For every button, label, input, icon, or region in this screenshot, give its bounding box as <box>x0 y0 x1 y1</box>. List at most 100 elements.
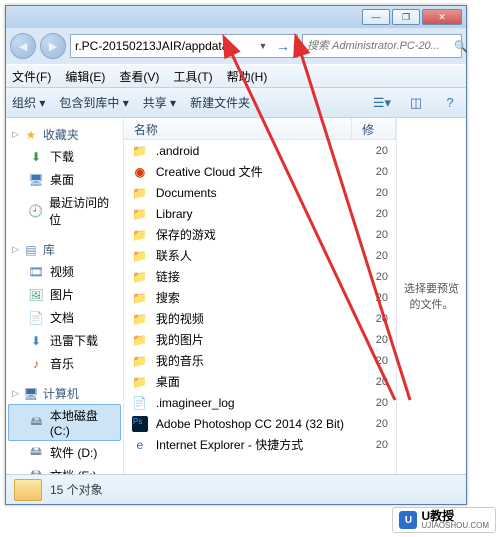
table-row[interactable]: Adobe Photoshop CC 2014 (32 Bit) 20 <box>124 413 396 434</box>
table-row[interactable]: 📁.android20 <box>124 140 396 161</box>
status-count: 15 个对象 <box>50 481 103 498</box>
search-icon: 🔍 <box>454 40 468 53</box>
preview-pane: 选择要预览的文件。 <box>396 118 466 474</box>
view-options-icon[interactable]: ☰▾ <box>372 94 392 112</box>
new-folder-button[interactable]: 新建文件夹 <box>190 94 250 111</box>
sidebar-item-label: 图片 <box>50 286 74 303</box>
close-button[interactable]: ✕ <box>422 9 462 25</box>
menu-bar: 文件(F) 编辑(E) 查看(V) 工具(T) 帮助(H) <box>6 64 466 88</box>
fold-icon: 📁 <box>132 227 148 243</box>
favorites-label: 收藏夹 <box>43 126 79 143</box>
search-box[interactable]: 🔍 <box>302 34 462 58</box>
sidebar-item[interactable]: 🖼图片 <box>6 283 123 306</box>
fold-icon: 📁 <box>132 185 148 201</box>
table-row[interactable]: 📁我的音乐20 <box>124 350 396 371</box>
address-dropdown-icon[interactable]: ▼ <box>257 41 269 51</box>
folder-icon <box>14 479 42 501</box>
sidebar-item[interactable]: 🎞视频 <box>6 260 123 283</box>
file-modified: 20 <box>352 439 388 451</box>
file-modified: 20 <box>352 292 388 304</box>
table-row[interactable]: 📁保存的游戏20 <box>124 224 396 245</box>
header-modified[interactable]: 修 <box>352 118 396 139</box>
search-input[interactable] <box>307 36 450 56</box>
menu-file[interactable]: 文件(F) <box>12 68 51 85</box>
sidebar-libraries-header[interactable]: ▷ ▤ 库 <box>6 239 123 260</box>
titlebar: ― ❐ ✕ <box>6 6 466 28</box>
maximize-button[interactable]: ❐ <box>392 9 420 25</box>
menu-view[interactable]: 查看(V) <box>119 68 159 85</box>
table-row[interactable]: 📁我的视频20 <box>124 308 396 329</box>
table-row[interactable]: 📁我的图片20 <box>124 329 396 350</box>
table-row[interactable]: 📁联系人20 <box>124 245 396 266</box>
forward-button[interactable]: ► <box>40 33 66 59</box>
sidebar-item[interactable]: 🕘最近访问的位 <box>6 191 123 231</box>
header-name[interactable]: 名称 <box>124 118 352 139</box>
mus-icon: ♪ <box>28 356 44 372</box>
sidebar-item-label: 桌面 <box>50 171 74 188</box>
table-row[interactable]: ◉Creative Cloud 文件20 <box>124 161 396 182</box>
disclosure-icon: ▷ <box>12 129 19 140</box>
organize-button[interactable]: 组织 ▾ <box>12 94 45 111</box>
sidebar-item[interactable]: ♪音乐 <box>6 352 123 375</box>
file-modified: 20 <box>352 397 388 409</box>
file-name: 桌面 <box>156 373 344 390</box>
table-row[interactable]: 📄.imagineer_log20 <box>124 392 396 413</box>
file-name: Adobe Photoshop CC 2014 (32 Bit) <box>156 417 344 431</box>
table-row[interactable]: eInternet Explorer - 快捷方式20 <box>124 434 396 455</box>
go-button[interactable]: → <box>273 36 293 56</box>
menu-edit[interactable]: 编辑(E) <box>65 68 105 85</box>
sidebar-item[interactable]: 🖴文档 (E:) <box>6 464 123 474</box>
sidebar-item[interactable]: 📄 文档 <box>6 306 123 329</box>
file-modified: 20 <box>352 208 388 220</box>
desk-icon: 🖥 <box>28 172 44 188</box>
ie-icon: e <box>132 437 148 453</box>
address-input[interactable] <box>75 36 253 56</box>
table-row[interactable]: 📁桌面20 <box>124 371 396 392</box>
minimize-button[interactable]: ― <box>362 9 390 25</box>
sidebar-favorites-header[interactable]: ▷ ★ 收藏夹 <box>6 124 123 145</box>
sidebar-computer-header[interactable]: ▷ 🖥 计算机 <box>6 383 123 404</box>
sidebar-item[interactable]: 🖥 桌面 <box>6 168 123 191</box>
file-rows: 📁.android20◉Creative Cloud 文件20📁Document… <box>124 140 396 455</box>
file-name: 搜索 <box>156 289 344 306</box>
content-area: ▷ ★ 收藏夹 ⬇下载 🖥 桌面 🕘最近访问的位 ▷ ▤ 库 🎞视频🖼图片 📄 文档 ⬇迅雷… <box>6 118 466 474</box>
file-modified: 20 <box>352 418 388 430</box>
fold-icon: 📁 <box>132 248 148 264</box>
fold-icon: 📁 <box>132 332 148 348</box>
libraries-label: 库 <box>43 241 55 258</box>
sidebar-item[interactable]: 🖴本地磁盘 (C:) <box>8 404 121 441</box>
fold-icon: 📁 <box>132 353 148 369</box>
disclosure-icon: ▷ <box>12 244 19 255</box>
computer-icon: 🖥 <box>23 386 39 402</box>
sidebar-item-label: 文档 <box>50 309 74 326</box>
address-bar[interactable]: ▼ → <box>70 34 298 58</box>
preview-pane-icon[interactable]: ◫ <box>406 94 426 112</box>
sidebar-item[interactable]: ⬇迅雷下载 <box>6 329 123 352</box>
file-modified: 20 <box>352 187 388 199</box>
back-button[interactable]: ◄ <box>10 33 36 59</box>
watermark: U U教授 UJIAOSHOU.COM <box>392 507 496 533</box>
watermark-logo: U <box>399 511 417 529</box>
fold-icon: 📁 <box>132 311 148 327</box>
include-library-button[interactable]: 包含到库中 ▾ <box>59 94 128 111</box>
share-button[interactable]: 共享 ▾ <box>143 94 176 111</box>
file-modified: 20 <box>352 250 388 262</box>
sidebar-item-label: 文档 (E:) <box>50 467 97 474</box>
doc-icon: 📄 <box>28 310 44 326</box>
sidebar-item[interactable]: ⬇下载 <box>6 145 123 168</box>
table-row[interactable]: 📁Documents20 <box>124 182 396 203</box>
help-icon[interactable]: ? <box>440 94 460 112</box>
status-bar: 15 个对象 <box>6 474 466 504</box>
file-modified: 20 <box>352 271 388 283</box>
fold-icon: 📁 <box>132 143 148 159</box>
menu-help[interactable]: 帮助(H) <box>227 68 268 85</box>
file-name: Library <box>156 207 344 221</box>
table-row[interactable]: 📁链接20 <box>124 266 396 287</box>
vid-icon: 🎞 <box>28 264 44 280</box>
file-name: 我的视频 <box>156 310 344 327</box>
table-row[interactable]: 📁搜索20 <box>124 287 396 308</box>
table-row[interactable]: 📁Library20 <box>124 203 396 224</box>
file-icon: 📄 <box>132 395 148 411</box>
sidebar-item[interactable]: 🖴软件 (D:) <box>6 441 123 464</box>
menu-tools[interactable]: 工具(T) <box>173 68 212 85</box>
